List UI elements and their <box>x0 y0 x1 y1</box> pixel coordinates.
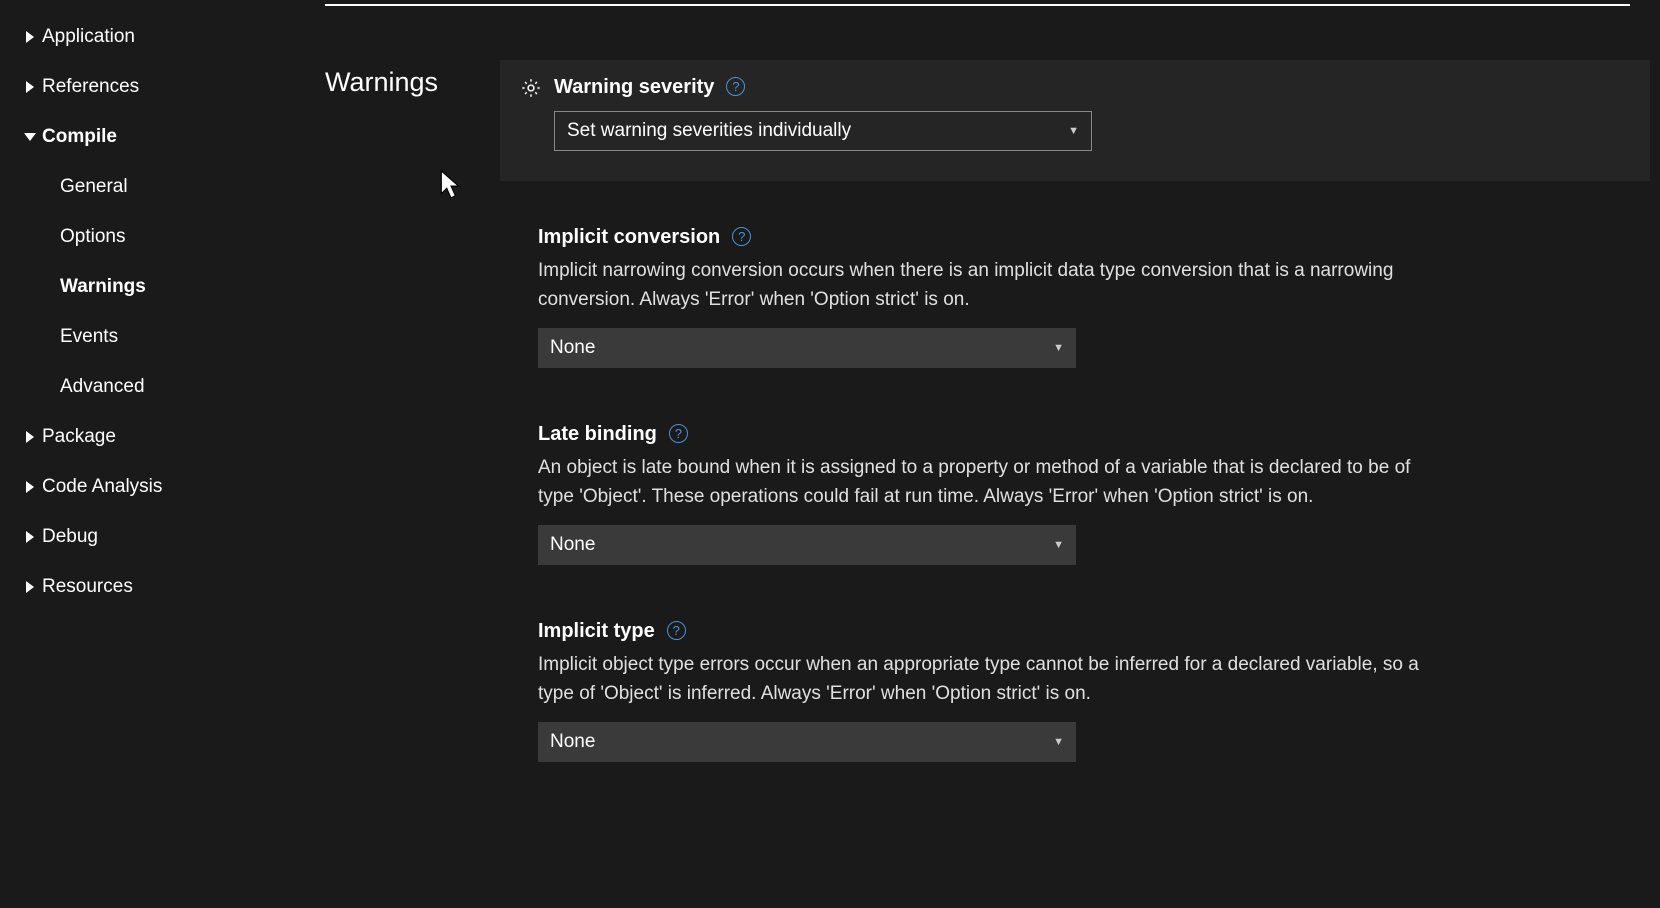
warning-severity-panel: Warning severity ? Set warning severitie… <box>500 60 1650 181</box>
dropdown-value: Set warning severities individually <box>567 120 851 142</box>
setting-header: Implicit type ? <box>538 620 1620 643</box>
setting-label: Late binding <box>538 423 657 446</box>
help-icon[interactable]: ? <box>669 424 688 443</box>
chevron-right-icon <box>20 431 40 443</box>
sidebar-item-label: Warnings <box>60 276 146 298</box>
sidebar-item-events[interactable]: Events <box>20 312 325 362</box>
dropdown-value: None <box>550 534 595 556</box>
chevron-right-icon <box>20 481 40 493</box>
sidebar-item-label: Advanced <box>60 376 145 398</box>
chevron-right-icon <box>20 531 40 543</box>
page-title: Warnings <box>325 67 510 98</box>
sidebar-item-label: References <box>42 76 139 98</box>
implicit-conversion-dropdown[interactable]: None ▼ <box>538 328 1076 368</box>
chevron-right-icon <box>20 581 40 593</box>
settings-subsection: Implicit conversion ? Implicit narrowing… <box>510 181 1620 762</box>
sidebar-item-options[interactable]: Options <box>20 212 325 262</box>
setting-label: Implicit type <box>538 620 655 643</box>
help-icon[interactable]: ? <box>726 77 745 96</box>
sidebar-item-application[interactable]: Application <box>20 12 325 62</box>
setting-implicit-conversion: Implicit conversion ? Implicit narrowing… <box>538 226 1620 368</box>
sidebar-item-package[interactable]: Package <box>20 412 325 462</box>
setting-description: An object is late bound when it is assig… <box>538 454 1438 511</box>
sidebar-item-compile[interactable]: Compile <box>20 112 325 162</box>
setting-implicit-type: Implicit type ? Implicit object type err… <box>538 620 1620 762</box>
setting-header: Implicit conversion ? <box>538 226 1620 249</box>
chevron-right-icon <box>20 31 40 43</box>
sidebar-item-label: Compile <box>42 126 117 148</box>
setting-late-binding: Late binding ? An object is late bound w… <box>538 423 1620 565</box>
chevron-right-icon <box>20 81 40 93</box>
setting-description: Implicit narrowing conversion occurs whe… <box>538 257 1438 314</box>
chevron-down-icon: ▼ <box>1053 736 1064 748</box>
help-icon[interactable]: ? <box>667 621 686 640</box>
sidebar-item-general[interactable]: General <box>20 162 325 212</box>
sidebar-item-label: Resources <box>42 576 133 598</box>
sidebar-item-references[interactable]: References <box>20 62 325 112</box>
sidebar-item-label: Package <box>42 426 116 448</box>
sidebar-item-warnings[interactable]: Warnings <box>20 262 325 312</box>
chevron-down-icon: ▼ <box>1068 125 1079 137</box>
setting-description: Implicit object type errors occur when a… <box>538 651 1438 708</box>
setting-header: Warning severity ? <box>520 76 1610 99</box>
late-binding-dropdown[interactable]: None ▼ <box>538 525 1076 565</box>
sidebar-item-label: Application <box>42 26 135 48</box>
setting-label: Implicit conversion <box>538 226 720 249</box>
chevron-down-icon <box>20 132 40 142</box>
chevron-down-icon: ▼ <box>1053 539 1064 551</box>
sidebar-item-resources[interactable]: Resources <box>20 562 325 612</box>
warning-severity-dropdown[interactable]: Set warning severities individually ▼ <box>554 111 1092 151</box>
sidebar-item-code-analysis[interactable]: Code Analysis <box>20 462 325 512</box>
settings-column: Warning severity ? Set warning severitie… <box>510 0 1660 908</box>
sidebar-item-label: Events <box>60 326 118 348</box>
dropdown-value: None <box>550 337 595 359</box>
main-content: Warnings Warning severity ? Set warning … <box>325 0 1660 908</box>
sidebar-item-label: Debug <box>42 526 98 548</box>
setting-header: Late binding ? <box>538 423 1620 446</box>
sidebar-item-label: General <box>60 176 128 198</box>
sidebar: Application References Compile General O… <box>0 0 325 908</box>
section-header-column: Warnings <box>325 0 510 908</box>
sidebar-item-label: Code Analysis <box>42 476 162 498</box>
sidebar-item-debug[interactable]: Debug <box>20 512 325 562</box>
sidebar-item-label: Options <box>60 226 125 248</box>
chevron-down-icon: ▼ <box>1053 342 1064 354</box>
gear-icon <box>520 77 542 99</box>
setting-label: Warning severity <box>554 76 714 99</box>
sidebar-item-advanced[interactable]: Advanced <box>20 362 325 412</box>
implicit-type-dropdown[interactable]: None ▼ <box>538 722 1076 762</box>
dropdown-value: None <box>550 731 595 753</box>
separator <box>325 4 1630 6</box>
help-icon[interactable]: ? <box>732 227 751 246</box>
